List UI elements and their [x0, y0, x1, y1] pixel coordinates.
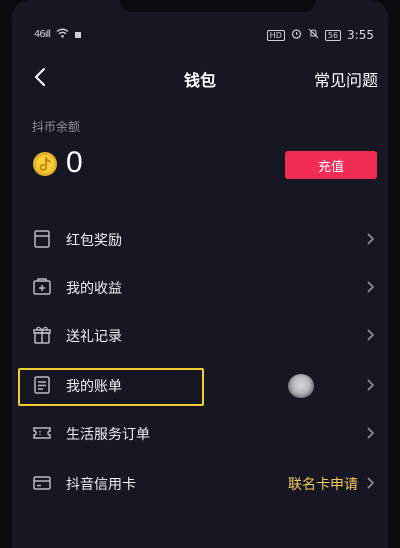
- chevron-right-icon: [366, 231, 376, 247]
- battery-level: 56: [324, 29, 342, 41]
- touch-indicator: [288, 374, 314, 398]
- status-left: 46ıll: [34, 28, 82, 41]
- menu-item-label: 红包奖励: [66, 233, 122, 249]
- wifi-icon: [56, 28, 69, 41]
- status-bar: 46ıll HD 56 3:55: [12, 26, 388, 46]
- nav-bar: 钱包 常见问题: [12, 58, 388, 98]
- camera-notch: [120, 0, 316, 12]
- chevron-right-icon: [366, 279, 376, 295]
- hd-badge: HD: [266, 29, 285, 41]
- wallet-screen: 46ıll HD 56 3:55 钱包 常见问题 抖币余额 0 充值 红包奖励 …: [12, 0, 388, 548]
- menu-item-credit-card[interactable]: 抖音信用卡 联名卡申请: [12, 460, 388, 508]
- gift-icon: [32, 325, 52, 345]
- ticket-icon: [32, 423, 52, 443]
- cell-signal-icon: 46ıll: [34, 29, 51, 40]
- menu-item-label: 抖音信用卡: [66, 477, 136, 493]
- balance-label: 抖币余额: [32, 120, 81, 134]
- menu-item-life-service-orders[interactable]: 生活服务订单: [12, 410, 388, 458]
- chevron-right-icon: [366, 475, 376, 491]
- recharge-button[interactable]: 充值: [285, 151, 377, 179]
- faq-link[interactable]: 常见问题: [314, 67, 378, 91]
- chevron-right-icon: [366, 425, 376, 441]
- earnings-icon: [32, 277, 52, 297]
- menu-item-gift-record[interactable]: 送礼记录: [12, 312, 388, 360]
- credit-card-icon: [32, 473, 52, 493]
- status-right: HD 56 3:55: [266, 28, 374, 42]
- back-arrow-icon[interactable]: [30, 66, 52, 88]
- balance-amount: 0: [66, 146, 83, 179]
- menu-item-label: 我的收益: [66, 281, 122, 297]
- coin-icon: [32, 151, 58, 177]
- alarm-icon: [291, 28, 302, 42]
- menu-item-label: 送礼记录: [66, 329, 122, 345]
- mute-icon: [308, 28, 319, 42]
- clock-time: 3:55: [347, 28, 374, 42]
- menu-item-earnings[interactable]: 我的收益: [12, 264, 388, 312]
- notification-icon: [75, 31, 82, 38]
- device-frame: 46ıll HD 56 3:55 钱包 常见问题 抖币余额 0 充值 红包奖励 …: [0, 0, 400, 548]
- red-packet-icon: [32, 229, 52, 249]
- co-brand-card-apply-link[interactable]: 联名卡申请: [288, 474, 358, 494]
- menu-item-red-packet[interactable]: 红包奖励: [12, 216, 388, 264]
- highlight-box: [18, 368, 204, 406]
- chevron-right-icon: [366, 377, 376, 393]
- menu-item-label: 生活服务订单: [66, 427, 150, 443]
- chevron-right-icon: [366, 327, 376, 343]
